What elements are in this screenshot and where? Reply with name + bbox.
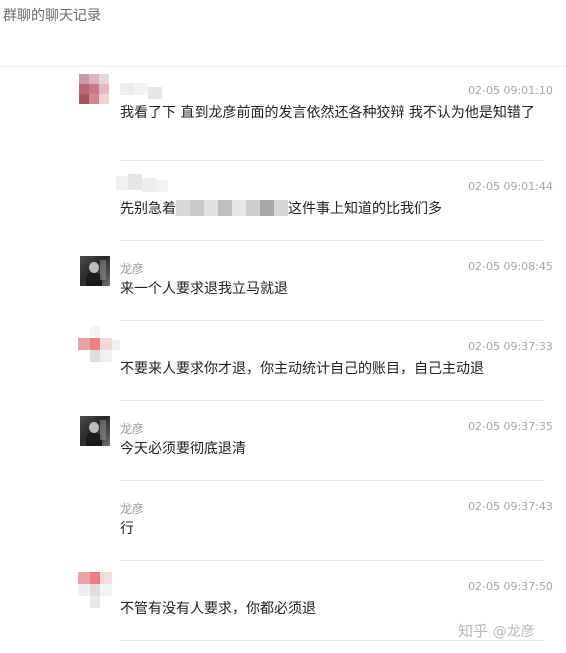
message-time: 02-05 09:01:44 — [468, 180, 553, 193]
sender-name: 龙彦 — [120, 502, 145, 516]
message-text: 先别急着 这件事上知道的比我们多 — [120, 200, 540, 219]
blurred-sender-name — [116, 81, 176, 103]
message-time: 02-05 09:01:10 — [468, 84, 553, 97]
avatar — [80, 256, 110, 286]
message-text: 来一个人要求退我立马就退 — [120, 281, 288, 297]
sender-name: 龙彦 — [120, 262, 145, 276]
message-divider — [120, 240, 544, 241]
message-time: 02-05 09:37:50 — [468, 580, 553, 593]
message-time: 02-05 09:37:33 — [468, 340, 553, 353]
message-divider — [120, 560, 544, 561]
message-text: 今天必须要彻底退清 — [120, 441, 246, 457]
avatar — [79, 74, 119, 114]
user-photo-icon — [80, 416, 110, 446]
message-time: 02-05 09:37:43 — [468, 500, 553, 513]
message-text-before: 先别急着 — [120, 201, 176, 217]
avatar — [78, 326, 120, 368]
user-photo-icon — [80, 256, 110, 286]
message-divider — [120, 400, 544, 401]
message-divider — [120, 320, 544, 321]
sender-name: 龙彦 — [120, 422, 145, 436]
message-time: 02-05 09:08:45 — [468, 260, 553, 273]
message-text: 行 — [120, 521, 134, 537]
window-title: 群聊的聊天记录 — [3, 8, 101, 24]
blurred-sender-name — [116, 174, 186, 196]
redacted-text — [176, 200, 288, 216]
message-text-after: 这件事上知道的比我们多 — [288, 201, 442, 217]
avatar — [78, 572, 120, 614]
chat-history-header: 群聊的聊天记录 — [0, 0, 566, 67]
zhihu-watermark: 知乎 @龙彦 — [458, 620, 535, 641]
avatar — [80, 416, 110, 446]
message-divider — [120, 480, 544, 481]
message-text: 我看了下 直到龙彦前面的发言依然还各种狡辩 我不认为他是知错了 — [120, 105, 535, 121]
message-time: 02-05 09:37:35 — [468, 420, 553, 433]
watermark-brand: 知乎 — [458, 622, 489, 640]
message-divider — [120, 160, 544, 161]
watermark-user: @龙彦 — [492, 624, 535, 640]
message-text: 不管有没有人要求，你都必须退 — [120, 601, 316, 617]
message-text: 不要来人要求你才退，你主动统计自己的账目，自己主动退 — [120, 361, 484, 377]
